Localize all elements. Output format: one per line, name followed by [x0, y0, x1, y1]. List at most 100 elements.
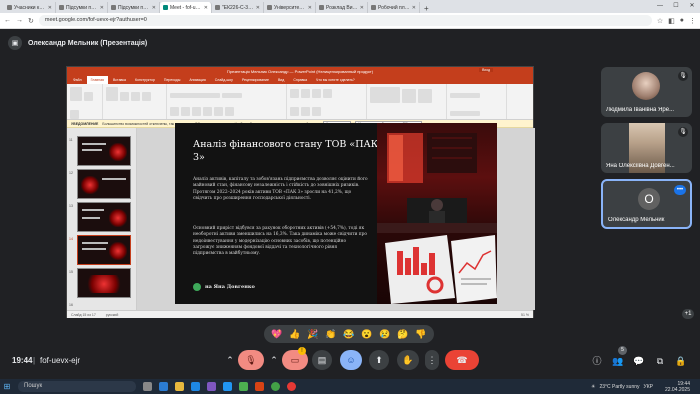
- back-icon[interactable]: ←: [4, 17, 11, 24]
- weather-icon: ☀: [590, 383, 596, 390]
- close-tab-icon[interactable]: ✕: [204, 5, 208, 11]
- more-participants-badge[interactable]: +1: [682, 309, 694, 319]
- ribbon-group-font: [167, 84, 287, 119]
- close-tab-icon[interactable]: ✕: [48, 5, 52, 11]
- ribbon-group-drawing: [367, 84, 447, 119]
- raise-hand-button[interactable]: ✋: [397, 350, 419, 370]
- ppt-window-title: Презентація Мельник Олександр — PowerPoi…: [226, 69, 374, 74]
- browser-tab[interactable]: Розклад Викладача✕: [316, 2, 368, 13]
- close-tab-icon[interactable]: ✕: [100, 5, 104, 11]
- slide-author: на Яна Довгенко: [193, 283, 255, 291]
- thumb-number: 13: [69, 204, 73, 208]
- browser-tab[interactable]: Учасники курсу "ЕК226-✕: [4, 2, 56, 13]
- close-window-icon[interactable]: ✕: [684, 0, 700, 13]
- emoji-icon: ☺: [346, 355, 356, 365]
- tab-favicon-icon: [319, 5, 324, 10]
- weather-text: 23°C Partly sunny: [599, 383, 640, 390]
- minimize-icon[interactable]: —: [652, 0, 668, 13]
- reaction-thumbs-down[interactable]: 👎: [415, 325, 426, 343]
- taskbar-search[interactable]: Пошук: [18, 381, 136, 392]
- participant-tile[interactable]: 🎙 Людмила Іванівна Яре...: [601, 67, 692, 117]
- reaction-laugh[interactable]: 😂: [343, 325, 354, 343]
- file-explorer-icon[interactable]: [175, 382, 184, 391]
- captions-button[interactable]: ▤: [312, 350, 332, 370]
- participant-tile-active[interactable]: О ••• Олександр Мельник: [601, 179, 692, 229]
- reaction-heart[interactable]: 💖: [271, 325, 282, 343]
- browser-tab[interactable]: "ЕК226-С-3 Методи опти✕: [212, 2, 264, 13]
- viber-icon[interactable]: [207, 382, 216, 391]
- browser-menu-icon[interactable]: ⋮: [689, 17, 696, 25]
- word-icon[interactable]: [223, 382, 232, 391]
- close-tab-icon[interactable]: ✕: [360, 5, 364, 11]
- url-field[interactable]: meet.google.com/fof-uevx-ejr?authuser=0: [38, 15, 652, 26]
- close-tab-icon[interactable]: ✕: [256, 5, 260, 11]
- presentation-header: ▣ Олександр Мельник (Презентація): [0, 29, 700, 57]
- excel-icon[interactable]: [239, 382, 248, 391]
- close-tab-icon[interactable]: ✕: [308, 5, 312, 11]
- task-view-icon[interactable]: [143, 382, 152, 391]
- ribbon-tab: Конструктор: [134, 78, 155, 82]
- mail-icon[interactable]: [191, 382, 200, 391]
- ribbon-group-slides: [103, 84, 167, 119]
- ribbon-tab: Справка: [293, 78, 308, 82]
- slide-thumbnail: [77, 202, 131, 232]
- reaction-party[interactable]: 🎉: [307, 325, 318, 343]
- reaction-sad[interactable]: 😢: [379, 325, 390, 343]
- ppt-title-bar: Презентація Мельник Олександр — PowerPoi…: [67, 67, 533, 76]
- extensions-icon[interactable]: ◧: [668, 17, 675, 25]
- info-icon[interactable]: ⓘ: [590, 354, 604, 368]
- reload-icon[interactable]: ↻: [28, 17, 34, 25]
- close-tab-icon[interactable]: ✕: [152, 5, 156, 11]
- system-clock[interactable]: 19:44 22.04.2025: [665, 381, 690, 393]
- thumb-number: 14: [69, 237, 73, 241]
- ribbon-group-editing: [447, 84, 507, 134]
- edge-icon[interactable]: [159, 382, 168, 391]
- chrome-icon[interactable]: [271, 382, 280, 391]
- video-options-chevron-icon[interactable]: ⌃: [268, 350, 280, 370]
- browser-tab[interactable]: Університет — Центральна✕: [264, 2, 316, 13]
- chat-icon[interactable]: 💬: [632, 354, 646, 368]
- ribbon-group-clipboard: [67, 84, 103, 119]
- windows-start-icon[interactable]: ⊞: [0, 379, 14, 394]
- reaction-clap[interactable]: 👏: [325, 325, 336, 343]
- reaction-thumbs-up[interactable]: 👍: [289, 325, 300, 343]
- ribbon-search: Что вы хотите сделать?: [316, 78, 355, 82]
- present-button[interactable]: ⬆: [369, 350, 389, 370]
- browser-tab[interactable]: Робочий план Спеціаль✕: [368, 2, 420, 13]
- lock-icon[interactable]: 🔒: [674, 354, 688, 368]
- reaction-surprised[interactable]: 😮: [361, 325, 372, 343]
- tab-favicon-icon: [111, 5, 116, 10]
- powerpoint-icon[interactable]: [255, 382, 264, 391]
- participant-tile[interactable]: 🎙 Яна Олексіївна Довген...: [601, 123, 692, 173]
- browser-tab[interactable]: Підсумки практики✕: [56, 2, 108, 13]
- forward-icon[interactable]: →: [16, 17, 23, 24]
- slide-paragraph: Аналіз активів, капіталу та зобов'язань …: [193, 177, 368, 201]
- warning-badge-icon: !: [298, 347, 306, 355]
- weather-widget[interactable]: ☀ 23°C Partly sunny УКР: [591, 384, 653, 390]
- shared-screen: Презентація Мельник Олександр — PowerPoi…: [66, 66, 535, 318]
- participant-initial-avatar: О: [638, 188, 660, 210]
- bookmark-star-icon[interactable]: ☆: [657, 17, 663, 25]
- mic-off-button[interactable]: 🎙: [238, 350, 264, 370]
- browser-tab-active[interactable]: Meet - fof-uevx-ejr✕: [160, 2, 212, 13]
- reactions-button[interactable]: ☺: [340, 350, 362, 370]
- slide-thumbnail-selected: [77, 235, 131, 265]
- opera-icon[interactable]: [287, 382, 296, 391]
- activities-icon[interactable]: ⧉: [653, 354, 667, 368]
- leave-call-button[interactable]: ☎: [445, 350, 479, 370]
- maximize-icon[interactable]: ☐: [668, 0, 684, 13]
- audio-options-chevron-icon[interactable]: ⌃: [224, 350, 236, 370]
- browser-tab[interactable]: Підсумки практики✕: [108, 2, 160, 13]
- more-options-button[interactable]: ⋮: [425, 350, 439, 370]
- more-vert-icon: ⋮: [427, 355, 437, 365]
- profile-icon[interactable]: ●: [680, 17, 684, 24]
- reaction-thinking[interactable]: 🤔: [397, 325, 408, 343]
- participant-name: Людмила Іванівна Яре...: [606, 107, 675, 113]
- new-tab-icon[interactable]: +: [420, 4, 433, 13]
- people-icon[interactable]: 👥: [611, 354, 625, 368]
- close-tab-icon[interactable]: ✕: [412, 5, 416, 11]
- ribbon-tab: Рецензирование: [241, 78, 269, 82]
- end-call-icon: ☎: [456, 355, 468, 365]
- author-avatar-icon: [193, 283, 201, 291]
- reactions-bar: 💖 👍 🎉 👏 😂 😮 😢 🤔 👎: [264, 325, 434, 343]
